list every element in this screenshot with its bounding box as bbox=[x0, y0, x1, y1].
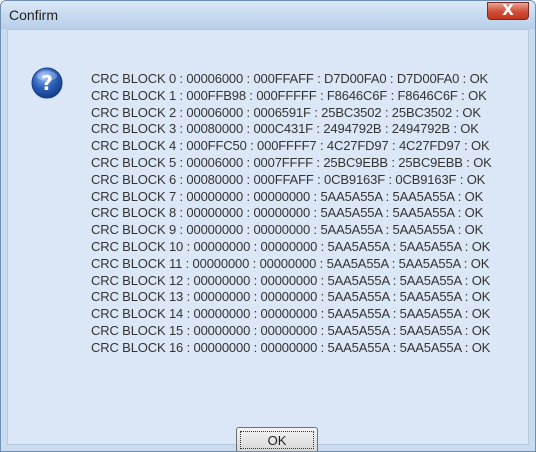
crc-result-line: CRC BLOCK 14 : 00000000 : 00000000 : 5AA… bbox=[91, 306, 491, 322]
crc-result-line: CRC BLOCK 3 : 00080000 : 000C431F : 2494… bbox=[91, 121, 479, 137]
crc-result-line: CRC BLOCK 11 : 00000000 : 00000000 : 5AA… bbox=[91, 255, 490, 271]
crc-result-line: CRC BLOCK 16 : 00000000 : 00000000 : 5AA… bbox=[91, 339, 491, 355]
crc-result-line: CRC BLOCK 6 : 00080000 : 000FFAFF : 0CB9… bbox=[91, 171, 486, 187]
crc-result-line: CRC BLOCK 7 : 00000000 : 00000000 : 5AA5… bbox=[91, 188, 484, 204]
confirm-dialog: Confirm X ? CRC BLOCK 0 : 00006000 : 000… bbox=[0, 0, 536, 452]
ok-button-label: OK bbox=[240, 431, 314, 449]
dialog-content: ? CRC BLOCK 0 : 00006000 : 000FFAFF : D7… bbox=[7, 29, 529, 451]
ok-button[interactable]: OK bbox=[236, 427, 318, 451]
crc-results-list: CRC BLOCK 0 : 00006000 : 000FFAFF : D7D0… bbox=[91, 71, 492, 357]
close-icon: X bbox=[502, 1, 514, 19]
crc-result-line: CRC BLOCK 4 : 000FFC50 : 000FFFF7 : 4C27… bbox=[91, 138, 490, 154]
question-icon: ? bbox=[31, 67, 63, 99]
crc-result-line: CRC BLOCK 9 : 00000000 : 00000000 : 5AA5… bbox=[91, 222, 484, 238]
svg-text:?: ? bbox=[41, 71, 53, 95]
crc-result-line: CRC BLOCK 1 : 000FFB98 : 000FFFFF : F864… bbox=[91, 87, 487, 103]
crc-result-line: CRC BLOCK 13 : 00000000 : 00000000 : 5AA… bbox=[91, 289, 491, 305]
crc-result-line: CRC BLOCK 8 : 00000000 : 00000000 : 5AA5… bbox=[91, 205, 484, 221]
crc-result-line: CRC BLOCK 10 : 00000000 : 00000000 : 5AA… bbox=[91, 238, 491, 254]
title-bar[interactable]: Confirm X bbox=[1, 1, 535, 29]
crc-result-line: CRC BLOCK 5 : 00006000 : 0007FFFF : 25BC… bbox=[91, 154, 492, 170]
crc-result-line: CRC BLOCK 12 : 00000000 : 00000000 : 5AA… bbox=[91, 272, 491, 288]
crc-result-line: CRC BLOCK 2 : 00006000 : 0006591F : 25BC… bbox=[91, 104, 481, 120]
crc-result-line: CRC BLOCK 15 : 00000000 : 00000000 : 5AA… bbox=[91, 322, 491, 338]
dialog-title: Confirm bbox=[9, 7, 59, 23]
close-button[interactable]: X bbox=[487, 1, 529, 20]
crc-result-line: CRC BLOCK 0 : 00006000 : 000FFAFF : D7D0… bbox=[91, 71, 489, 86]
